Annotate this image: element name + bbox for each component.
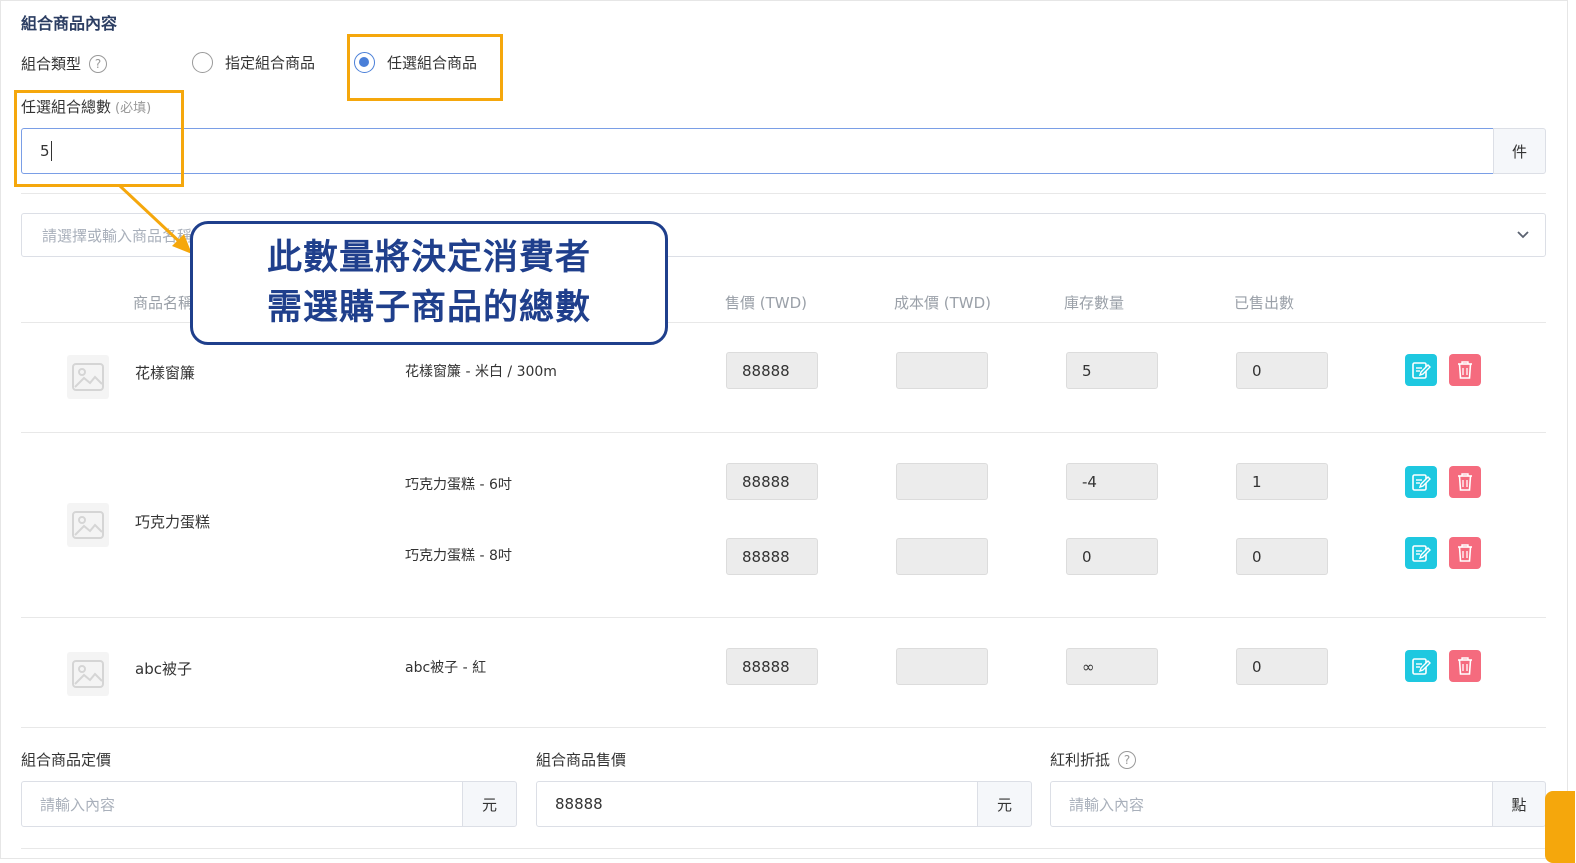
image-placeholder-icon: [67, 503, 109, 547]
cost-field[interactable]: [896, 352, 988, 389]
divider: [21, 727, 1546, 728]
delete-button[interactable]: [1449, 466, 1481, 498]
side-floating-tab[interactable]: [1545, 791, 1575, 863]
combo-type-label-text: 組合類型: [21, 55, 82, 73]
list-price-input[interactable]: 請輸入內容: [21, 781, 463, 827]
radio-label: 任選組合商品: [387, 54, 478, 72]
header-sold: 已售出數: [1234, 294, 1295, 312]
highlight-box-total-count: [14, 90, 184, 187]
question-circle-icon[interactable]: ?: [89, 54, 108, 73]
divider: [21, 848, 1546, 849]
list-price-unit: 元: [462, 781, 517, 827]
bonus-label: 紅利折抵 ?: [1050, 749, 1137, 770]
bonus-unit: 點: [1492, 781, 1546, 827]
edit-icon: [1412, 474, 1431, 491]
sold-field[interactable]: 0: [1236, 648, 1328, 685]
delete-button[interactable]: [1449, 650, 1481, 682]
variant-spec: 巧克力蛋糕 - 8吋: [405, 548, 512, 564]
total-count-unit: 件: [1493, 128, 1546, 174]
trash-icon: [1458, 544, 1472, 562]
product-name: abc被子: [135, 660, 192, 678]
sold-field[interactable]: 1: [1236, 463, 1328, 500]
divider: [21, 617, 1546, 618]
divider: [21, 193, 1546, 194]
price-field[interactable]: 88888: [726, 538, 818, 575]
variant-spec: 花樣窗簾 - 米白 / 300m: [405, 364, 557, 380]
sold-field[interactable]: 0: [1236, 352, 1328, 389]
edit-button[interactable]: [1405, 650, 1437, 682]
list-price-label: 組合商品定價: [21, 751, 112, 769]
header-price: 售價 (TWD): [725, 294, 808, 312]
header-product-name: 商品名稱: [133, 294, 194, 312]
delete-button[interactable]: [1449, 537, 1481, 569]
question-circle-icon[interactable]: ?: [1118, 750, 1137, 769]
sale-price-unit: 元: [977, 781, 1032, 827]
callout-line-1: 此數量將決定消費者: [266, 238, 591, 278]
edit-button[interactable]: [1405, 354, 1437, 386]
stock-field[interactable]: -4: [1066, 463, 1158, 500]
callout-line-2: 需選購子商品的總數: [266, 288, 591, 328]
product-name: 花樣窗簾: [135, 364, 196, 382]
divider: [21, 432, 1546, 433]
radio-checked-icon[interactable]: [354, 52, 375, 73]
sale-price-input[interactable]: 88888: [536, 781, 978, 827]
header-cost: 成本價 (TWD): [894, 294, 992, 312]
edit-icon: [1412, 658, 1431, 675]
price-field[interactable]: 88888: [726, 648, 818, 685]
section-title: 組合商品內容: [21, 14, 118, 33]
edit-icon: [1412, 545, 1431, 562]
chevron-down-icon[interactable]: [1515, 226, 1531, 242]
edit-button[interactable]: [1405, 466, 1437, 498]
sale-price-label: 組合商品售價: [536, 751, 627, 769]
radio-circle-icon[interactable]: [192, 52, 213, 73]
product-name: 巧克力蛋糕: [135, 513, 211, 531]
variant-spec: abc被子 - 紅: [405, 660, 487, 676]
radio-optional-combo[interactable]: 任選組合商品: [354, 52, 477, 73]
cost-field[interactable]: [896, 538, 988, 575]
edit-icon: [1412, 362, 1431, 379]
edit-button[interactable]: [1405, 537, 1437, 569]
stock-field[interactable]: 0: [1066, 538, 1158, 575]
header-stock: 庫存數量: [1064, 294, 1125, 312]
sold-field[interactable]: 0: [1236, 538, 1328, 575]
stock-field[interactable]: 5: [1066, 352, 1158, 389]
delete-button[interactable]: [1449, 354, 1481, 386]
stock-field[interactable]: ∞: [1066, 648, 1158, 685]
radio-fixed-combo[interactable]: 指定組合商品: [192, 52, 315, 73]
combo-type-label: 組合類型 ?: [21, 53, 108, 74]
radio-label: 指定組合商品: [225, 54, 316, 72]
bonus-input[interactable]: 請輸入內容: [1050, 781, 1493, 827]
trash-icon: [1458, 657, 1472, 675]
trash-icon: [1458, 361, 1472, 379]
image-placeholder-icon: [67, 652, 109, 696]
trash-icon: [1458, 473, 1472, 491]
total-count-input[interactable]: 5: [21, 128, 1494, 174]
annotation-callout: 此數量將決定消費者 需選購子商品的總數: [190, 221, 668, 345]
bonus-label-text: 紅利折抵: [1050, 751, 1111, 769]
price-field[interactable]: 88888: [726, 352, 818, 389]
variant-spec: 巧克力蛋糕 - 6吋: [405, 477, 512, 493]
cost-field[interactable]: [896, 648, 988, 685]
cost-field[interactable]: [896, 463, 988, 500]
image-placeholder-icon: [67, 355, 109, 399]
price-field[interactable]: 88888: [726, 463, 818, 500]
